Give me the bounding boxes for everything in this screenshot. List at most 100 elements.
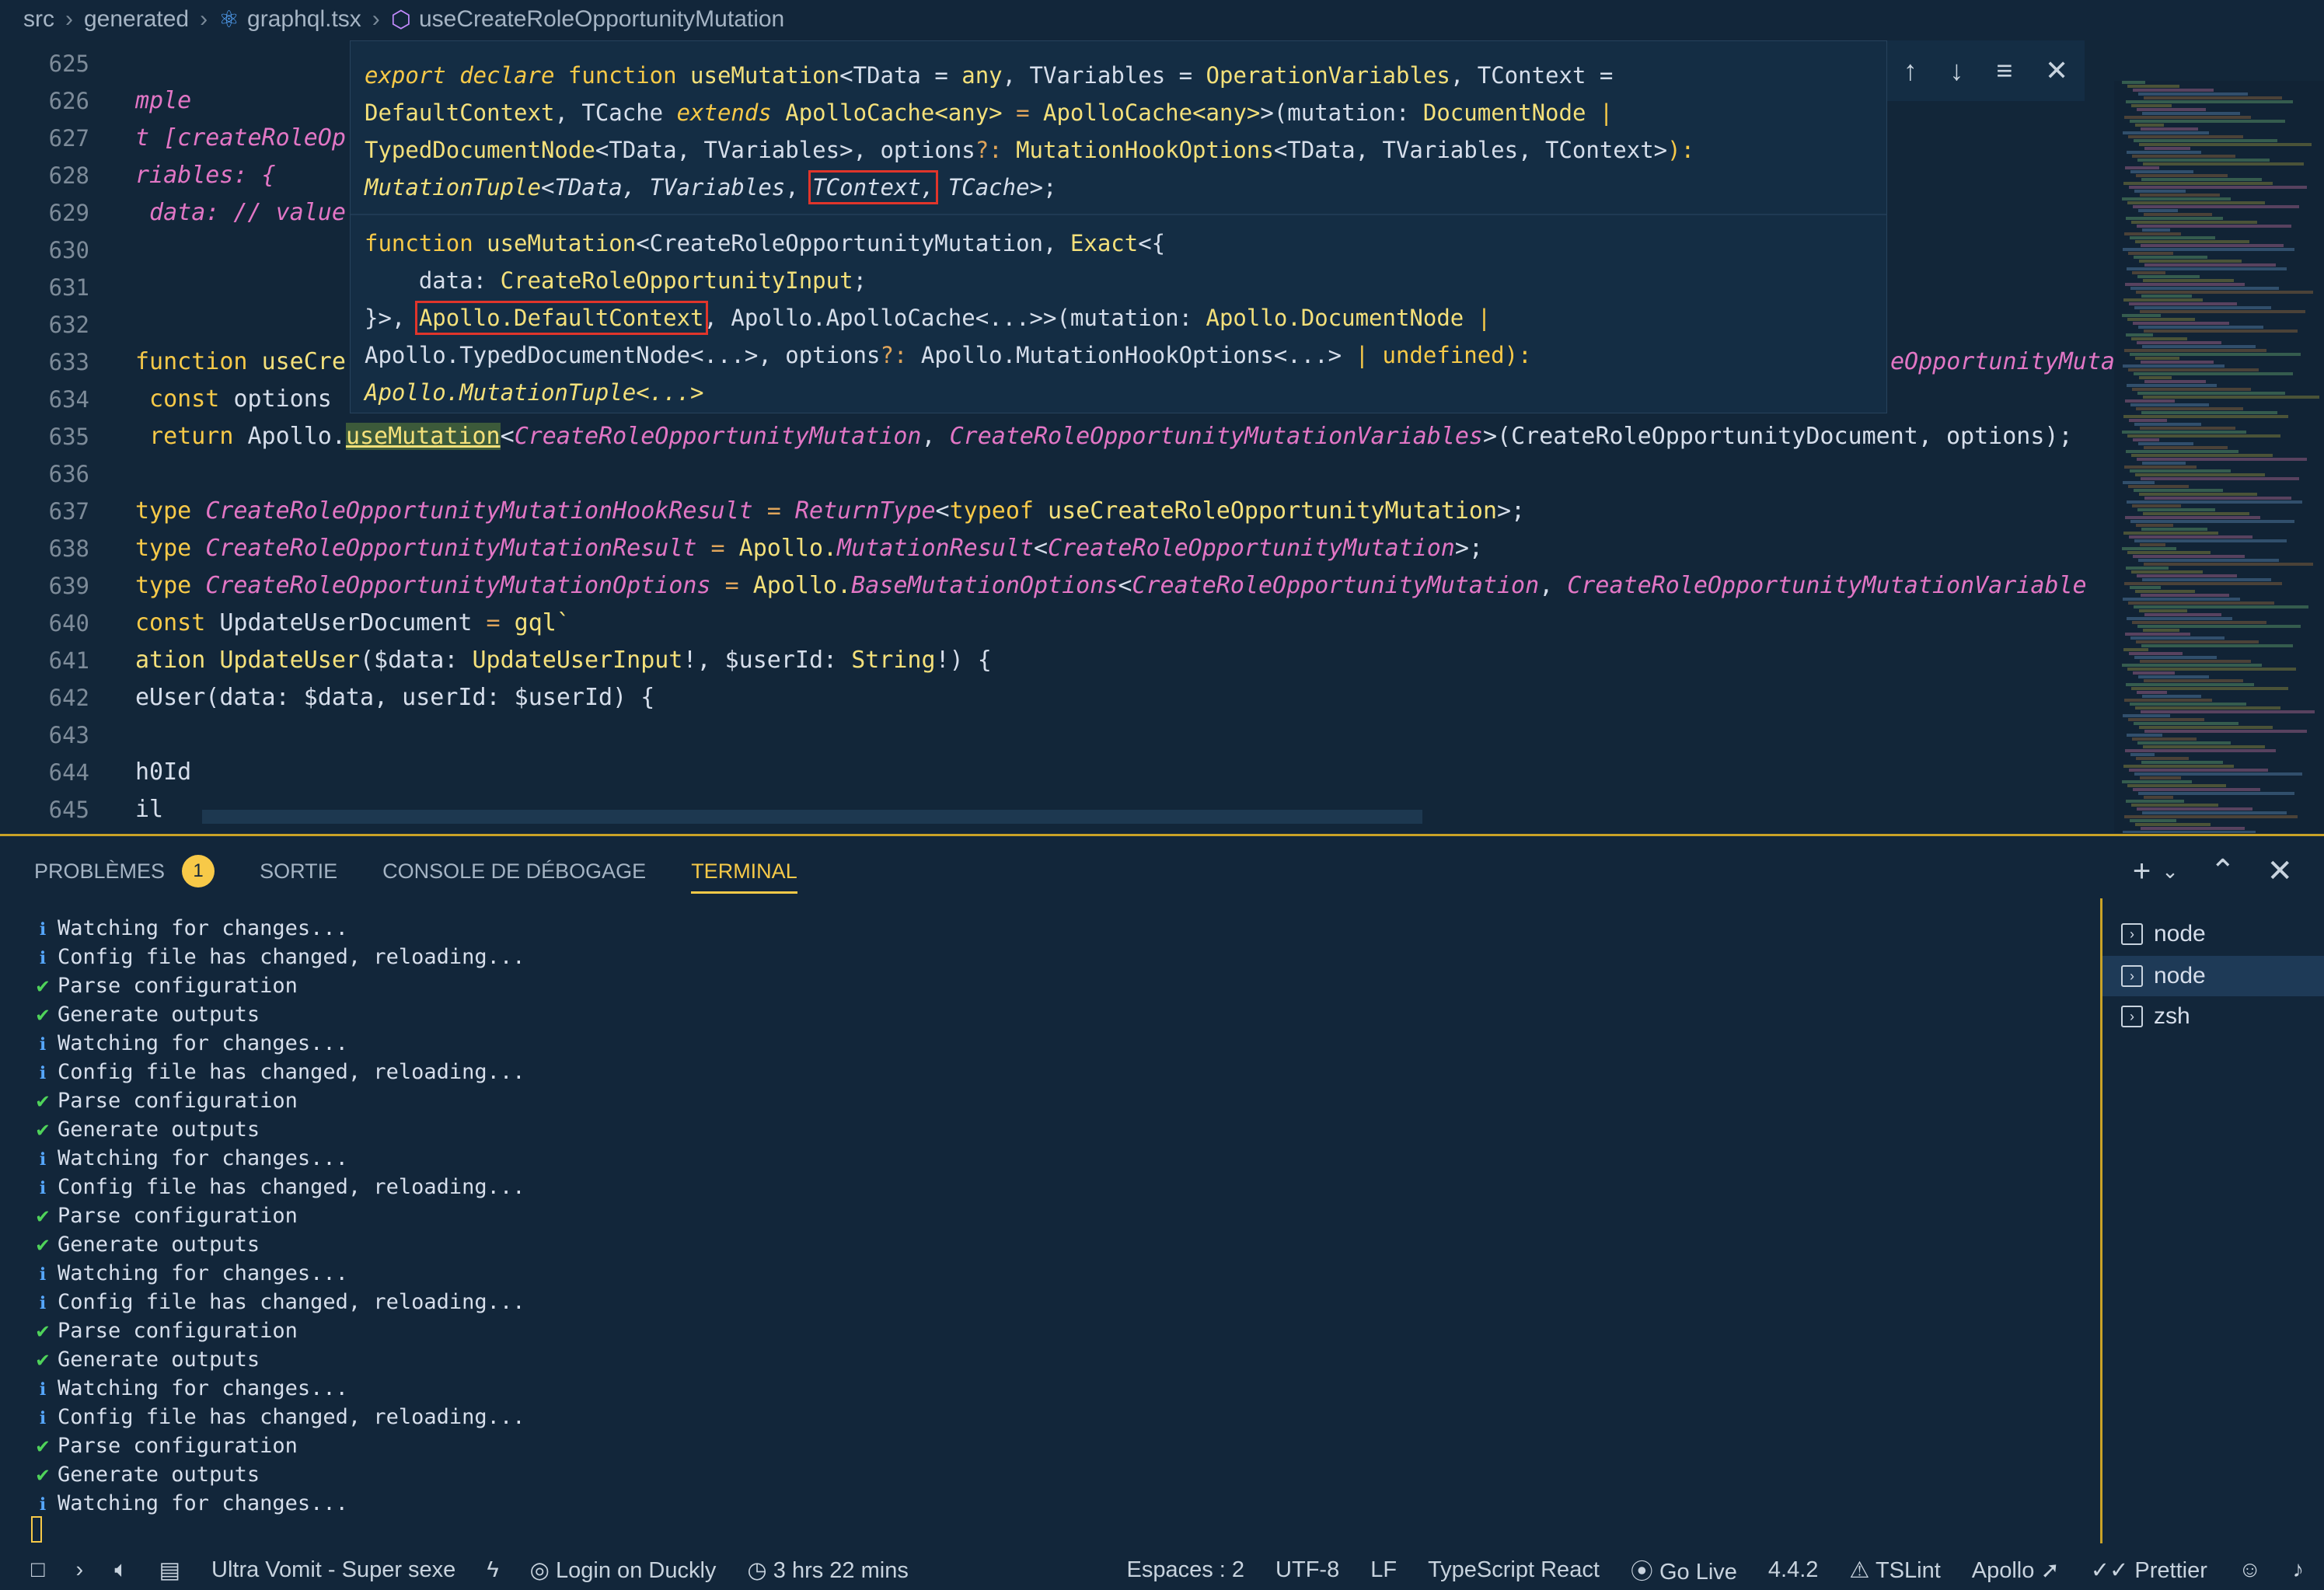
- minimap-line: [2138, 675, 2209, 678]
- minimap-line: [2137, 225, 2291, 228]
- minimap-line: [2136, 524, 2173, 527]
- minimap-line: [2138, 559, 2279, 562]
- end-of-line[interactable]: LF: [1370, 1557, 1397, 1583]
- minimap-line: [2129, 302, 2237, 305]
- minimap[interactable]: [2114, 81, 2324, 833]
- code-token: type: [135, 535, 206, 562]
- minimap-line: [2127, 668, 2296, 671]
- now-playing[interactable]: Ultra Vomit - Super sexe: [211, 1557, 455, 1583]
- terminal-item-node-2[interactable]: › node: [2102, 956, 2324, 996]
- code-token: ,: [921, 423, 950, 450]
- minimap-line: [2133, 89, 2214, 92]
- minimap-line: [2134, 256, 2207, 259]
- code-token: BaseMutationOptions: [851, 572, 1118, 599]
- breadcrumb-file[interactable]: graphql.tsx: [247, 6, 361, 33]
- horizontal-scrollbar[interactable]: [202, 810, 1422, 824]
- problems-count-badge: 1: [182, 855, 215, 887]
- broadcast-icon: ⦿: [1630, 1560, 1659, 1585]
- terminal-line-text: Watching for changes...: [58, 1491, 348, 1515]
- speaker-icon[interactable]: 🔈︎: [114, 1557, 127, 1583]
- minimap-line: [2141, 644, 2293, 647]
- bottom-panel: PROBLÈMES 1 SORTIE CONSOLE DE DÉBOGAGE TE…: [0, 834, 2324, 1552]
- check-icon: ✔: [36, 974, 50, 998]
- chevron-right-icon[interactable]: ›: [76, 1557, 84, 1583]
- tab-terminal[interactable]: TERMINAL: [691, 836, 797, 906]
- indentation[interactable]: Espaces : 2: [1127, 1557, 1245, 1583]
- code-token: , TVariables =: [1002, 62, 1206, 89]
- minimap-line: [2130, 469, 2231, 472]
- line-number: 644: [48, 759, 89, 786]
- breadcrumb-src[interactable]: src: [23, 6, 54, 33]
- code-token: Apollo.DocumentNode: [1206, 305, 1464, 331]
- tab-problems[interactable]: PROBLÈMES 1: [34, 836, 215, 906]
- apollo-label: Apollo: [1971, 1557, 2035, 1583]
- minimap-line: [2130, 287, 2279, 290]
- minimap-line: [2137, 341, 2221, 344]
- minimap-line: [2126, 567, 2169, 570]
- minimap-line: [2136, 757, 2189, 760]
- close-icon[interactable]: ✕: [2266, 853, 2293, 889]
- menu-lines-icon[interactable]: ≡: [1996, 54, 2012, 87]
- prettier[interactable]: ✓✓ Prettier: [2091, 1557, 2207, 1584]
- code-line: data: // value: [135, 199, 346, 226]
- terminal-line: ✔ Parse configuration: [31, 971, 298, 1000]
- tab-output[interactable]: SORTIE: [260, 836, 337, 906]
- code-token: MutationTuple: [365, 174, 541, 200]
- hover-line: function useMutation<CreateRoleOpportuni…: [365, 225, 1165, 262]
- ts-version[interactable]: 4.4.2: [1768, 1557, 1819, 1583]
- square-icon[interactable]: □: [31, 1557, 45, 1583]
- minimap-line: [2123, 364, 2225, 368]
- chevron-down-icon[interactable]: ⌄: [2162, 860, 2179, 884]
- breadcrumb-generated[interactable]: generated: [84, 6, 189, 33]
- minimap-line: [2134, 139, 2277, 142]
- minimap-line: [2123, 714, 2170, 717]
- minimap-line: [2141, 361, 2214, 364]
- minimap-line: [2142, 695, 2201, 698]
- language-mode[interactable]: TypeScript React: [1428, 1557, 1600, 1583]
- code-token: ApolloCache<any>: [785, 99, 1003, 126]
- terminal-item-zsh[interactable]: › zsh: [2102, 996, 2324, 1037]
- code-token: ):: [1504, 342, 1532, 368]
- tslint[interactable]: ⚠ TSLint: [1849, 1557, 1940, 1584]
- code-line: t [createRoleOp: [135, 124, 346, 152]
- info-icon: ℹ: [39, 1380, 47, 1400]
- code-token-highlighted[interactable]: useMutation: [345, 423, 501, 450]
- go-live-label: Go Live: [1659, 1560, 1737, 1585]
- lightning-icon[interactable]: ϟ: [487, 1557, 498, 1583]
- code-token: <: [500, 423, 515, 450]
- plus-icon[interactable]: +: [2133, 854, 2151, 889]
- arrow-up-icon[interactable]: ↑: [1904, 54, 1917, 87]
- minimap-line: [2128, 252, 2173, 255]
- terminal-line-text: Watching for changes...: [58, 1376, 348, 1400]
- terminal-output[interactable]: ℹ Watching for changes... ℹ Config file has…: [31, 914, 2068, 1536]
- terminal-item-node-1[interactable]: › node: [2102, 914, 2324, 954]
- minimap-line: [2141, 710, 2315, 713]
- minimap-line: [2136, 407, 2243, 410]
- code-line: type CreateRoleOpportunityMutationOption…: [135, 567, 2087, 605]
- code-token: ($data:: [360, 647, 473, 674]
- terminal-line: ℹ Config file has changed, reloading...: [31, 1058, 525, 1088]
- code-token: , TContext =: [1450, 62, 1614, 89]
- minimap-line: [2127, 151, 2201, 154]
- minimap-line: [2135, 357, 2179, 360]
- apollo[interactable]: Apollo ➚: [1972, 1557, 2060, 1584]
- terminal-line: ℹ Config file has changed, reloading...: [31, 943, 525, 973]
- close-icon[interactable]: ✕: [2045, 54, 2068, 87]
- login-duckly[interactable]: ◎ Login on Duckly: [530, 1557, 717, 1584]
- chevron-up-icon[interactable]: ⌃: [2210, 853, 2236, 889]
- arrow-down-icon[interactable]: ↓: [1950, 54, 1964, 87]
- tab-debug-console[interactable]: CONSOLE DE DÉBOGAGE: [382, 836, 646, 906]
- minimap-line: [2133, 438, 2159, 441]
- session-time[interactable]: ◷ 3 hrs 22 mins: [747, 1557, 908, 1584]
- hover-line: export declare function useMutation<TDat…: [365, 57, 1613, 94]
- tslint-label: TSLint: [1875, 1557, 1941, 1583]
- book-icon[interactable]: ▤: [159, 1557, 180, 1584]
- feedback-icon[interactable]: ☺: [2239, 1557, 2262, 1583]
- breadcrumb: src › generated › ⚛ graphql.tsx › ⬡ useC…: [0, 0, 2324, 39]
- go-live[interactable]: ⦿ Go Live: [1631, 1553, 1737, 1586]
- encoding[interactable]: UTF-8: [1275, 1557, 1339, 1583]
- hover-line: Apollo.TypedDocumentNode<...>, options?:…: [365, 336, 1532, 374]
- breadcrumb-symbol[interactable]: useCreateRoleOpportunityMutation: [419, 6, 784, 33]
- bell-icon[interactable]: ♪: [2293, 1557, 2305, 1583]
- code-token: function: [135, 348, 262, 375]
